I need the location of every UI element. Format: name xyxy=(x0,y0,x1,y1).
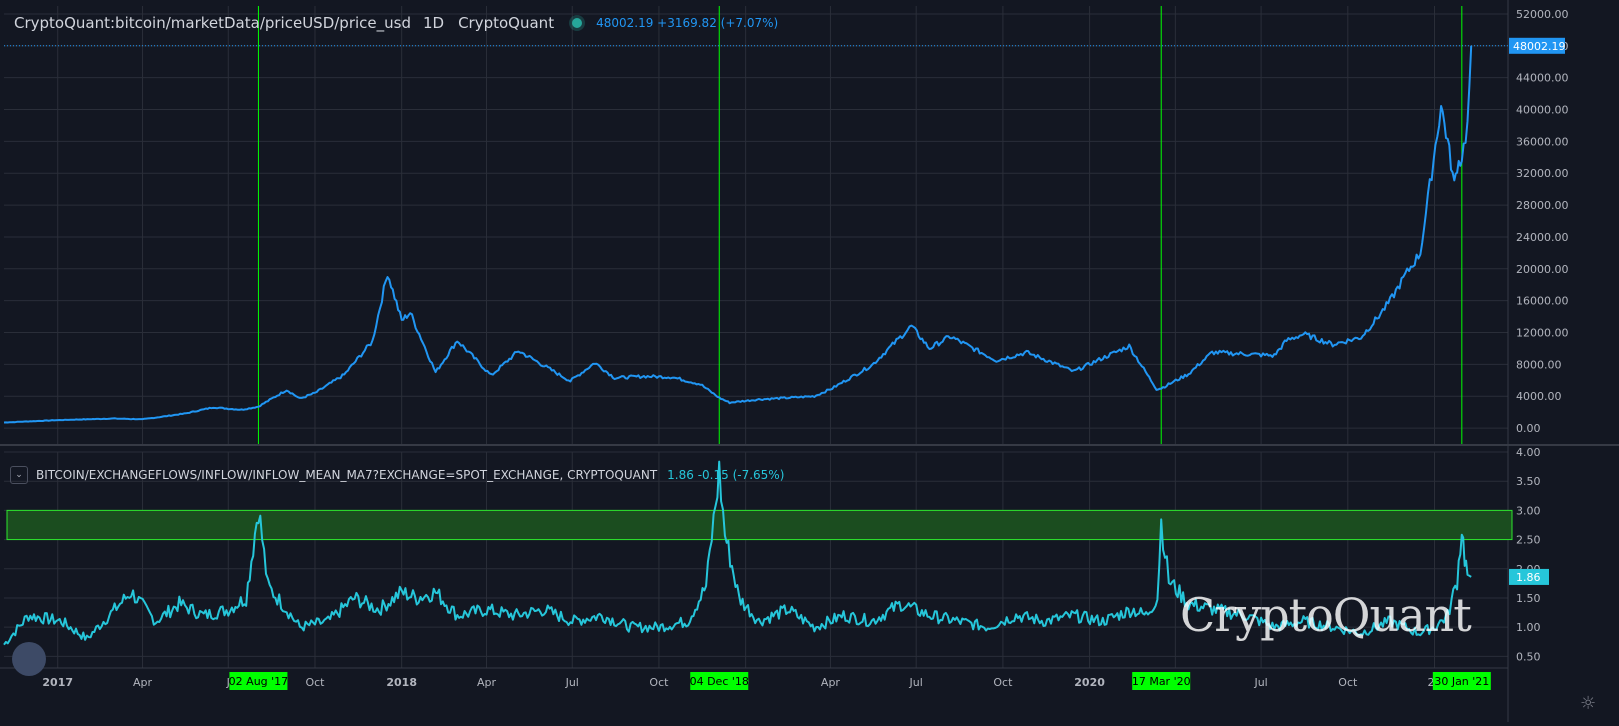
inflow-axis-tick-label: 0.50 xyxy=(1516,650,1541,663)
price-axis-tick-label: 16000.00 xyxy=(1516,295,1569,308)
last-price-label: 48002.19 xyxy=(1513,40,1566,53)
time-tick-label: Oct xyxy=(993,676,1013,689)
price-axis-tick-label: 28000.00 xyxy=(1516,199,1569,212)
symbol-label: CryptoQuant:bitcoin/marketData/priceUSD/… xyxy=(14,14,411,32)
source-label: CryptoQuant xyxy=(458,14,555,32)
price-axis-tick-label: 52000.00 xyxy=(1516,8,1569,21)
event-date-label: 30 Jan '21 xyxy=(1434,675,1489,688)
inflow-axis-tick-label: 2.50 xyxy=(1516,534,1541,547)
time-tick-label: Apr xyxy=(477,676,497,689)
market-status-dot xyxy=(572,18,583,28)
time-tick-label: Oct xyxy=(305,676,325,689)
gear-icon[interactable]: ☼ xyxy=(1580,693,1596,714)
event-date-label: 02 Aug '17 xyxy=(229,675,289,688)
threshold-band[interactable] xyxy=(6,509,1513,541)
time-tick-label: Jul xyxy=(565,676,579,689)
price-axis-tick-label: 36000.00 xyxy=(1516,135,1569,148)
inflow-axis-tick-label: 3.00 xyxy=(1516,504,1541,517)
chevron-down-icon[interactable]: ⌄ xyxy=(10,466,28,484)
time-tick-label: Jul xyxy=(909,676,923,689)
price-axis-tick-label: 40000.00 xyxy=(1516,104,1569,117)
inflow-axis-tick-label: 3.50 xyxy=(1516,475,1541,488)
price-values: 48002.19 +3169.82 (+7.07%) xyxy=(596,16,779,30)
time-tick-label: Apr xyxy=(821,676,841,689)
time-tick-label: Oct xyxy=(1338,676,1358,689)
price-axis-tick-label: 4000.00 xyxy=(1516,390,1562,403)
inflow-axis-tick-label: 4.00 xyxy=(1516,446,1541,459)
time-tick-label: Oct xyxy=(649,676,669,689)
inflow-axis-tick-label: 1.00 xyxy=(1516,621,1541,634)
time-tick-label: 2017 xyxy=(42,676,73,689)
price-axis-tick-label: 12000.00 xyxy=(1516,327,1569,340)
event-date-label: 04 Dec '18 xyxy=(690,675,749,688)
last-inflow-label: 1.86 xyxy=(1516,571,1541,584)
main-series-legend[interactable]: CryptoQuant:bitcoin/marketData/priceUSD/… xyxy=(14,14,778,32)
price-axis-tick-label: 44000.00 xyxy=(1516,72,1569,85)
price-axis-tick-label: 20000.00 xyxy=(1516,263,1569,276)
indicator-values: 1.86 -0.15 (-7.65%) xyxy=(667,468,785,482)
indicator-title: BITCOIN/EXCHANGEFLOWS/INFLOW/INFLOW_MEAN… xyxy=(36,468,658,482)
time-tick-label: Jul xyxy=(1253,676,1267,689)
inflow-axis-tick-label: 1.50 xyxy=(1516,592,1541,605)
indicator-legend[interactable]: ⌄ BITCOIN/EXCHANGEFLOWS/INFLOW/INFLOW_ME… xyxy=(10,466,784,484)
time-tick-label: 2020 xyxy=(1074,676,1105,689)
price-axis-tick-label: 24000.00 xyxy=(1516,231,1569,244)
price-axis-tick-label: 8000.00 xyxy=(1516,358,1562,371)
time-tick-label: Apr xyxy=(133,676,153,689)
time-tick-label: 2018 xyxy=(386,676,417,689)
tradingview-logo-icon[interactable] xyxy=(12,642,46,676)
price-axis-tick-label: 32000.00 xyxy=(1516,167,1569,180)
chart-stage[interactable]: 52000.0048000.0044000.0040000.0036000.00… xyxy=(0,0,1619,722)
interval-label: 1D xyxy=(422,14,445,32)
event-date-label: 17 Mar '20 xyxy=(1132,675,1191,688)
price-axis-tick-label: 0.00 xyxy=(1516,422,1541,435)
watermark-logo: CryptoQuant xyxy=(1180,588,1472,642)
